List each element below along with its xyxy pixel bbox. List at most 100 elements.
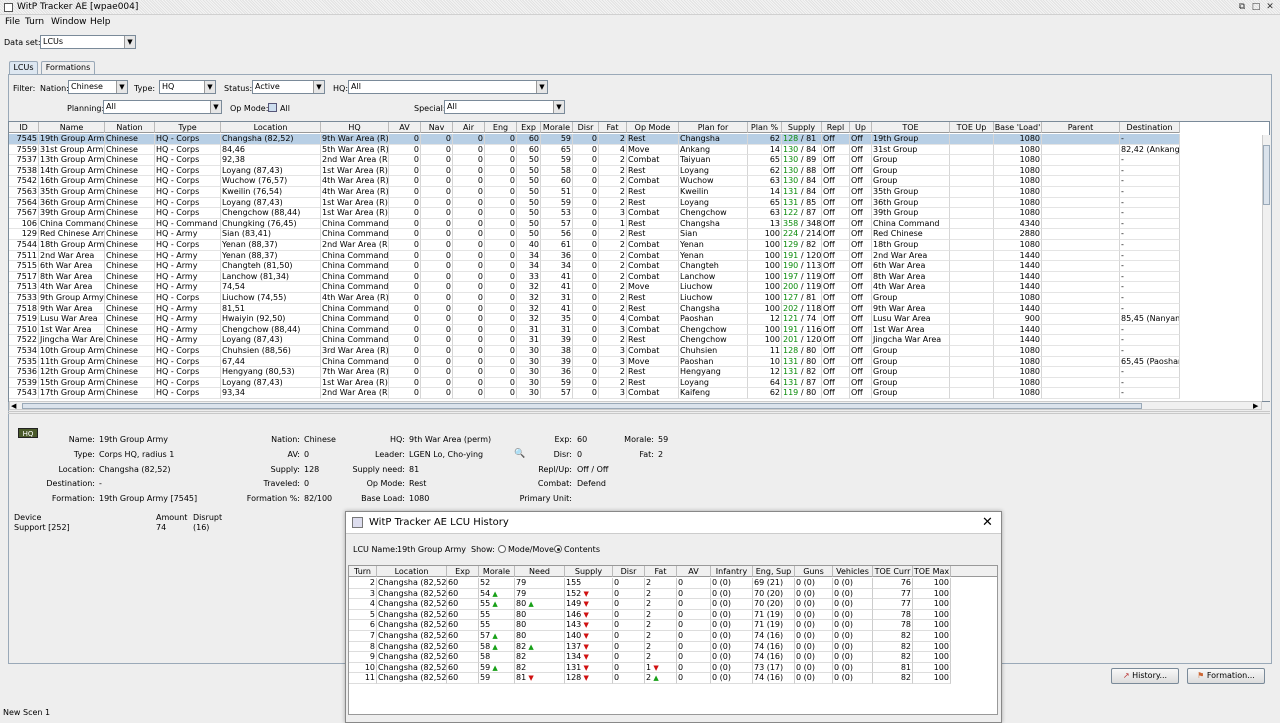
history-column-header[interactable]: TOE Curr	[873, 566, 913, 577]
history-row[interactable]: 4 Changsha (82,52) 60 55 ▲ 80 ▲ 149 ▼ 0 2 0 0 (0)…	[349, 599, 951, 610]
history-row[interactable]: 11 Changsha (82,52) 60 59 81 ▼ 128 ▼ 0 2 ▲ 0 0 (0…	[349, 673, 951, 684]
horizontal-scrollbar[interactable]: ◀ ▶	[9, 401, 1262, 410]
table-row[interactable]: 129Red Chinese ArmyChineseHQ - ArmySian …	[9, 229, 1180, 240]
table-row[interactable]: 7567 39th Group Army Chinese HQ - Corps Chen…	[9, 208, 1180, 219]
close-window-icon[interactable]: ✕	[1265, 2, 1275, 12]
table-row[interactable]: 7534 10th Group Army Chinese HQ - Corps Chuh…	[9, 346, 1180, 357]
contents-radio[interactable]: Contents	[554, 545, 600, 554]
history-column-header[interactable]: Disr	[613, 566, 645, 577]
maximize-icon[interactable]: □	[1251, 2, 1261, 12]
table-row[interactable]: 7511 2nd War Area Chinese HQ - Army Yenan (8…	[9, 250, 1180, 262]
dialog-close-icon[interactable]: ✕	[982, 515, 993, 530]
history-row[interactable]: 2 Changsha (82,52) 60 52 79 155 0 2 0 0 (0) 69 (21…	[349, 578, 951, 589]
history-table[interactable]: TurnLocationExpMoraleNeed SupplySupplyDi…	[348, 565, 998, 715]
table-row[interactable]: 7564 36th Group Army Chinese HQ - Corps Loya…	[9, 197, 1180, 209]
table-row[interactable]: 7538 14th Group Army Chinese HQ - Corps Loya…	[9, 165, 1180, 177]
menu-help[interactable]: Help	[90, 17, 111, 27]
table-row[interactable]: 7522 Jingcha War Area Chinese HQ - Army Loya…	[9, 335, 1180, 346]
vscroll-thumb[interactable]	[1263, 145, 1270, 205]
history-column-header[interactable]: Morale	[479, 566, 515, 577]
history-row[interactable]: 5 Changsha (82,52) 60 55 80 146 ▼ 0 2 0 0 (0) 71 (…	[349, 609, 951, 621]
column-header[interactable]: TOE	[872, 122, 950, 133]
table-row[interactable]: 7539 15th Group Army Chinese HQ - Corps Loya…	[9, 377, 1180, 389]
history-column-header[interactable]: Exp	[447, 566, 479, 577]
table-row[interactable]: 7563 35th Group Army Chinese HQ - Corps Kwei…	[9, 187, 1180, 198]
restore-icon[interactable]: ⧉	[1237, 2, 1247, 12]
column-header[interactable]: Plan %	[748, 122, 782, 133]
vertical-scrollbar[interactable]	[1262, 135, 1270, 401]
nation-select[interactable]: Chinese ▼	[68, 80, 128, 94]
table-row[interactable]: 7545 19th Group Army Chinese HQ - Corps Chan…	[9, 134, 1180, 145]
table-row[interactable]: 7518 9th War Area Chinese HQ - Army 81,51 Chi…	[9, 303, 1180, 315]
menu-file[interactable]: File	[5, 17, 20, 27]
mode-move-radio[interactable]: Mode/Move	[498, 545, 554, 554]
dataset-select[interactable]: LCUs ▼	[40, 35, 136, 49]
menu-window[interactable]: Window	[51, 17, 87, 27]
column-header[interactable]: Fat	[599, 122, 627, 133]
column-header[interactable]: Parent	[1042, 122, 1120, 133]
history-column-header[interactable]: TOE Max	[913, 566, 951, 577]
column-header[interactable]: Type	[155, 122, 221, 133]
split-divider[interactable]	[8, 411, 1270, 414]
table-row[interactable]: 7544 18th Group Army Chinese HQ - Corps Yena…	[9, 240, 1180, 251]
column-header[interactable]: Nav	[421, 122, 453, 133]
table-row[interactable]: 7519 Lusu War Area Chinese HQ - Army Hwaiyin…	[9, 314, 1180, 325]
history-row[interactable]: 8 Changsha (82,52) 60 58 ▲ 82 ▲ 137 ▼ 0 2 0 0 (0)…	[349, 641, 951, 653]
column-header[interactable]: TOE Up	[950, 122, 994, 133]
table-row[interactable]: 7515 6th War Area Chinese HQ - Army Changteh…	[9, 261, 1180, 272]
history-row[interactable]: 3 Changsha (82,52) 60 54 ▲ 79 152 ▼ 0 2 0 0 (0) 70…	[349, 588, 951, 600]
column-header[interactable]: AV	[389, 122, 421, 133]
column-header[interactable]: Repl	[822, 122, 850, 133]
column-header[interactable]: Destination	[1120, 122, 1180, 133]
column-header[interactable]: ID	[9, 122, 39, 133]
hq-select[interactable]: All ▼	[348, 80, 548, 94]
lcu-history-dialog[interactable]: WitP Tracker AE LCU History ✕ LCU Name: …	[345, 511, 1002, 723]
column-header[interactable]: HQ	[321, 122, 389, 133]
table-row[interactable]: 7537 13th Group Army Chinese HQ - Corps 92,3…	[9, 155, 1180, 166]
hscroll-thumb[interactable]	[22, 403, 1142, 409]
history-column-header[interactable]: Turn	[349, 566, 377, 577]
menu-turn[interactable]: Turn	[25, 17, 44, 27]
table-row[interactable]: 7542 16th Group Army Chinese HQ - Corps Wuch…	[9, 176, 1180, 187]
table-row[interactable]: 7513 4th War Area Chinese HQ - Army 74,54 Chi…	[9, 282, 1180, 293]
column-header[interactable]: Air	[453, 122, 485, 133]
column-header[interactable]: Supply	[782, 122, 822, 133]
special-select[interactable]: All ▼	[444, 100, 565, 114]
table-row[interactable]: 7510 1st War Area Chinese HQ - Army Chengcho…	[9, 324, 1180, 336]
column-header[interactable]: Morale	[541, 122, 573, 133]
scroll-right-icon[interactable]: ▶	[1253, 402, 1258, 410]
opmode-value[interactable]: All	[280, 104, 290, 113]
history-column-header[interactable]: Infantry	[711, 566, 753, 577]
table-row[interactable]: 7559 31st Group Army Chinese HQ - Corps 84,4…	[9, 144, 1180, 156]
column-header[interactable]: Nation	[105, 122, 155, 133]
planning-select[interactable]: All ▼	[103, 100, 222, 114]
history-column-header[interactable]: AV	[677, 566, 711, 577]
history-row[interactable]: 7 Changsha (82,52) 60 57 ▲ 80 140 ▼ 0 2 0 0 (0) 74…	[349, 631, 951, 642]
history-row[interactable]: 9 Changsha (82,52) 60 58 82 134 ▼ 0 2 0 0 (0) 74 (…	[349, 652, 951, 663]
column-header[interactable]: Eng	[485, 122, 517, 133]
dialog-titlebar[interactable]: WitP Tracker AE LCU History ✕	[346, 512, 1001, 534]
column-header[interactable]: Disr	[573, 122, 599, 133]
column-header[interactable]: Base 'Load'	[994, 122, 1042, 133]
column-header[interactable]: Plan for	[679, 122, 748, 133]
history-row[interactable]: 6 Changsha (82,52) 60 55 80 143 ▼ 0 2 0 0 (0) 71 (…	[349, 620, 951, 631]
column-header[interactable]: Op Mode	[627, 122, 679, 133]
formation-button[interactable]: ⚑ Formation...	[1187, 668, 1265, 684]
table-row[interactable]: 7536 12th Group Army Chinese HQ - Corps Heng…	[9, 367, 1180, 378]
history-column-header[interactable]: Eng, Sup	[753, 566, 795, 577]
history-button[interactable]: ↗ History...	[1111, 668, 1179, 684]
lcu-table[interactable]: ID Name Nation Type Location HQ AV Nav Air Eng Exp…	[8, 121, 1270, 402]
table-row[interactable]: 7535 11th Group Army Chinese HQ - Corps 67,4…	[9, 356, 1180, 368]
device-name[interactable]: Support [252]	[14, 523, 70, 532]
tab-formations[interactable]: Formations	[41, 61, 95, 74]
history-column-header[interactable]: Supply	[565, 566, 613, 577]
table-row[interactable]: 7517 8th War Area Chinese HQ - Army Lanchow …	[9, 271, 1180, 283]
history-column-header[interactable]: Need Supply	[515, 566, 565, 577]
table-row[interactable]: 7533 9th Group Army Chinese HQ - Corps Liuch…	[9, 293, 1180, 304]
history-column-header[interactable]: Guns	[795, 566, 833, 577]
type-select[interactable]: HQ ▼	[159, 80, 216, 94]
column-header[interactable]: Up	[850, 122, 872, 133]
column-header[interactable]: Exp	[517, 122, 541, 133]
history-row[interactable]: 10 Changsha (82,52) 60 59 ▲ 82 131 ▼ 0 1 ▼ 0 0 (0…	[349, 662, 951, 674]
column-header[interactable]: Location	[221, 122, 321, 133]
